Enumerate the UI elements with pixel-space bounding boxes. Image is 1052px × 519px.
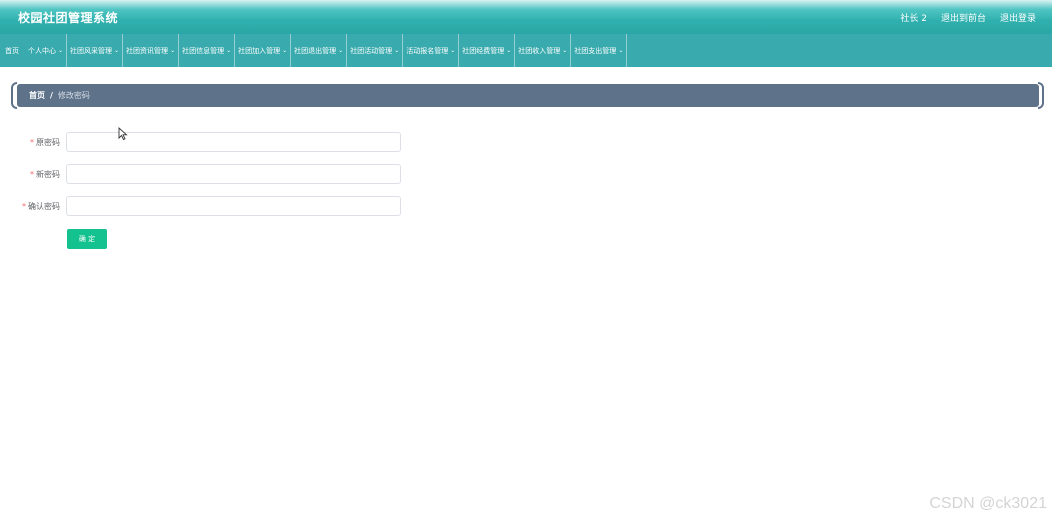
chevron-down-icon: ⌄ xyxy=(58,47,64,54)
chevron-down-icon: ⌄ xyxy=(114,47,120,54)
nav-item-label: 社团信息管理 xyxy=(182,46,225,55)
mouse-cursor-icon xyxy=(118,127,128,141)
chevron-down-icon: ⌄ xyxy=(338,47,344,54)
nav-item-club-income[interactable]: 社团收入管理 ⌄ xyxy=(515,34,572,67)
back-to-frontend-link[interactable]: 退出到前台 xyxy=(941,11,986,24)
form-row-old-password: * 原密码 xyxy=(0,132,420,152)
nav-item-label: 活动报名管理 xyxy=(406,46,449,55)
old-password-label: * 原密码 xyxy=(30,137,60,148)
new-password-input[interactable] xyxy=(66,164,401,184)
chevron-down-icon: ⌄ xyxy=(618,47,624,54)
nav-item-home[interactable]: 首页 xyxy=(0,34,25,67)
required-mark: * xyxy=(22,202,26,211)
nav-item-label: 首页 xyxy=(5,46,19,55)
confirm-button[interactable]: 确 定 xyxy=(67,229,107,249)
required-mark: * xyxy=(30,170,34,179)
chevron-down-icon: ⌄ xyxy=(226,47,232,54)
nav-item-club-funds[interactable]: 社团经费管理 ⌄ xyxy=(459,34,516,67)
required-mark: * xyxy=(30,138,34,147)
form-row-new-password: * 新密码 xyxy=(0,164,420,184)
nav-item-club-exit[interactable]: 社团退出管理 ⌄ xyxy=(291,34,348,67)
nav-item-label: 社团收入管理 xyxy=(518,46,561,55)
logout-link[interactable]: 退出登录 xyxy=(1000,11,1036,24)
nav-item-club-expense[interactable]: 社团支出管理 ⌄ xyxy=(571,34,628,67)
new-password-label: * 新密码 xyxy=(30,169,60,180)
breadcrumb-home-link[interactable]: 首页 xyxy=(29,90,45,101)
chevron-down-icon: ⌄ xyxy=(562,47,568,54)
nav-item-label: 社团风采管理 xyxy=(70,46,113,55)
app-title: 校园社团管理系统 xyxy=(18,11,119,25)
header-actions: 社长 2 退出到前台 退出登录 xyxy=(900,11,1036,24)
nav-item-club-activity[interactable]: 社团活动管理 ⌄ xyxy=(347,34,404,67)
app-header: 校园社团管理系统 社长 2 退出到前台 退出登录 xyxy=(0,0,1052,34)
new-password-label-text: 新密码 xyxy=(36,170,60,179)
nav-item-label: 社团退出管理 xyxy=(294,46,337,55)
confirm-password-input[interactable] xyxy=(66,196,401,216)
nav-item-label: 社团资讯管理 xyxy=(126,46,169,55)
nav-item-label: 社团加入管理 xyxy=(238,46,281,55)
nav-item-club-news[interactable]: 社团资讯管理 ⌄ xyxy=(123,34,180,67)
chevron-down-icon: ⌄ xyxy=(394,47,400,54)
nav-item-personal-center[interactable]: 个人中心 ⌄ xyxy=(25,34,68,67)
watermark: CSDN @ck3021 xyxy=(929,495,1047,512)
nav-item-label: 个人中心 xyxy=(28,46,56,55)
chevron-down-icon: ⌄ xyxy=(450,47,456,54)
form-row-confirm-password: * 确认密码 xyxy=(0,196,420,216)
chevron-down-icon: ⌄ xyxy=(506,47,512,54)
nav-item-label: 社团支出管理 xyxy=(574,46,617,55)
chevron-down-icon: ⌄ xyxy=(282,47,288,54)
nav-item-club-join[interactable]: 社团加入管理 ⌄ xyxy=(235,34,292,67)
breadcrumb-separator: / xyxy=(50,91,53,100)
top-nav: 首页 个人中心 ⌄ 社团风采管理 ⌄ 社团资讯管理 ⌄ 社团信息管理 ⌄ 社团加入管理 ⌄… xyxy=(0,34,1052,67)
confirm-password-label-text: 确认密码 xyxy=(28,202,60,211)
nav-item-club-style[interactable]: 社团风采管理 ⌄ xyxy=(67,34,124,67)
chevron-down-icon: ⌄ xyxy=(170,47,176,54)
confirm-password-label: * 确认密码 xyxy=(22,201,60,212)
nav-item-label: 社团活动管理 xyxy=(350,46,393,55)
breadcrumb-current: 修改密码 xyxy=(57,91,90,100)
nav-item-club-info[interactable]: 社团信息管理 ⌄ xyxy=(179,34,236,67)
current-user: 社长 2 xyxy=(900,14,927,24)
nav-item-activity-signup[interactable]: 活动报名管理 ⌄ xyxy=(403,34,460,67)
old-password-label-text: 原密码 xyxy=(36,138,60,147)
breadcrumb-bracket-right xyxy=(1038,82,1044,109)
breadcrumb: 首页 / 修改密码 xyxy=(17,84,1039,107)
nav-item-label: 社团经费管理 xyxy=(462,46,505,55)
old-password-input[interactable] xyxy=(66,132,401,152)
